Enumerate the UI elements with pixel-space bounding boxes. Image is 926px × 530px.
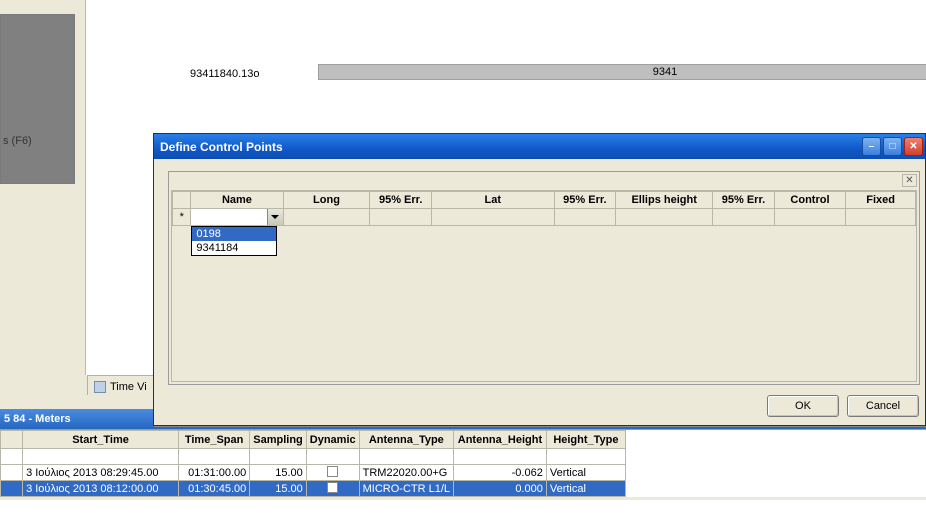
- control-points-grid[interactable]: Name Long 95% Err. Lat 95% Err. Ellips h…: [171, 190, 917, 382]
- gantt-row-label-1: 93411840.13o: [190, 68, 260, 80]
- cell-span: 01:30:45.00: [178, 481, 249, 497]
- table-row[interactable]: 3 Ιούλιος 2013 08:12:00.00 01:30:45.00 1…: [1, 481, 626, 497]
- col-lat[interactable]: Lat: [431, 192, 554, 209]
- col-95err-3[interactable]: 95% Err.: [713, 192, 774, 209]
- dialog-title: Define Control Points: [160, 140, 283, 154]
- dropdown-button[interactable]: [267, 209, 283, 225]
- ok-button[interactable]: OK: [767, 395, 839, 417]
- minimize-button[interactable]: –: [862, 137, 881, 156]
- cell-ht: Vertical: [546, 481, 625, 497]
- col-95err-2[interactable]: 95% Err.: [554, 192, 615, 209]
- background: 93411840.13o 9341 019818 s (F6) Time Vi …: [0, 0, 926, 530]
- col-sampling[interactable]: Sampling: [250, 431, 307, 449]
- col-height-type[interactable]: Height_Type: [546, 431, 625, 449]
- cell-samp: 15.00: [250, 465, 307, 481]
- grid-header-row: Start_Time Time_Span Sampling Dynamic An…: [1, 431, 626, 449]
- tab-time-view-label: Time Vi: [110, 381, 147, 393]
- side-grey-box: [0, 14, 75, 184]
- dropdown-item[interactable]: 0198: [192, 227, 276, 241]
- tab-time-view[interactable]: Time Vi: [87, 375, 154, 395]
- col-95err-1[interactable]: 95% Err.: [370, 192, 431, 209]
- dropdown-list[interactable]: 0198 9341184: [191, 226, 277, 256]
- cell-ant: TRM22020.00+G: [359, 465, 453, 481]
- table-row[interactable]: 3 Ιούλιος 2013 08:29:45.00 01:31:00.00 1…: [1, 465, 626, 481]
- checkbox-dynamic[interactable]: [327, 482, 338, 493]
- side-label: s (F6): [3, 135, 32, 147]
- dialog-titlebar[interactable]: Define Control Points – □ ✕: [154, 134, 925, 159]
- table-row[interactable]: [1, 449, 626, 465]
- dialog-body: ✕ Name Long 95% Err. Lat 95% Err.: [168, 171, 920, 385]
- dialog-buttons: OK Cancel: [767, 395, 919, 417]
- name-dropdown-cell[interactable]: 0198 9341184: [191, 209, 283, 226]
- dropdown-item[interactable]: 9341184: [192, 241, 276, 255]
- col-start-time[interactable]: Start_Time: [23, 431, 179, 449]
- side-panel: s (F6): [0, 0, 85, 410]
- maximize-button[interactable]: □: [883, 137, 902, 156]
- row-selector-header: [1, 431, 23, 449]
- time-view-icon: [94, 381, 106, 393]
- cancel-button[interactable]: Cancel: [847, 395, 919, 417]
- close-tab-icon[interactable]: ✕: [902, 174, 917, 187]
- col-time-span[interactable]: Time_Span: [178, 431, 249, 449]
- col-fixed[interactable]: Fixed: [846, 192, 916, 209]
- col-control[interactable]: Control: [774, 192, 846, 209]
- observations-grid[interactable]: Start_Time Time_Span Sampling Dynamic An…: [0, 429, 926, 497]
- col-antenna-type[interactable]: Antenna_Type: [359, 431, 453, 449]
- cell-samp: 15.00: [250, 481, 307, 497]
- col-name[interactable]: Name: [191, 192, 283, 209]
- close-button[interactable]: ✕: [904, 137, 923, 156]
- col-long[interactable]: Long: [283, 192, 370, 209]
- new-row[interactable]: * 0198 9341184: [173, 209, 916, 226]
- cell-start: 3 Ιούλιος 2013 08:12:00.00: [23, 481, 179, 497]
- checkbox-dynamic[interactable]: [327, 466, 338, 477]
- gantt-bar-1[interactable]: 9341: [318, 64, 926, 80]
- cell-start: 3 Ιούλιος 2013 08:29:45.00: [23, 465, 179, 481]
- gantt-bar-1-label: 9341: [653, 66, 677, 78]
- row-indicator-new: *: [173, 209, 191, 226]
- cell-ht: Vertical: [546, 465, 625, 481]
- define-control-points-dialog: Define Control Points – □ ✕ ✕ Name: [153, 133, 926, 426]
- col-ellips-height[interactable]: Ellips height: [616, 192, 713, 209]
- cell-ant: MICRO-CTR L1/L: [359, 481, 453, 497]
- cell-h: 0.000: [454, 481, 547, 497]
- col-dynamic[interactable]: Dynamic: [306, 431, 359, 449]
- col-antenna-height[interactable]: Antenna_Height: [454, 431, 547, 449]
- cell-span: 01:31:00.00: [178, 465, 249, 481]
- status-text: 5 84 - Meters: [4, 413, 71, 425]
- grid-empty-area: [0, 500, 926, 530]
- cell-h: -0.062: [454, 465, 547, 481]
- grid-header-row: Name Long 95% Err. Lat 95% Err. Ellips h…: [173, 192, 916, 209]
- chevron-down-icon: [271, 215, 279, 219]
